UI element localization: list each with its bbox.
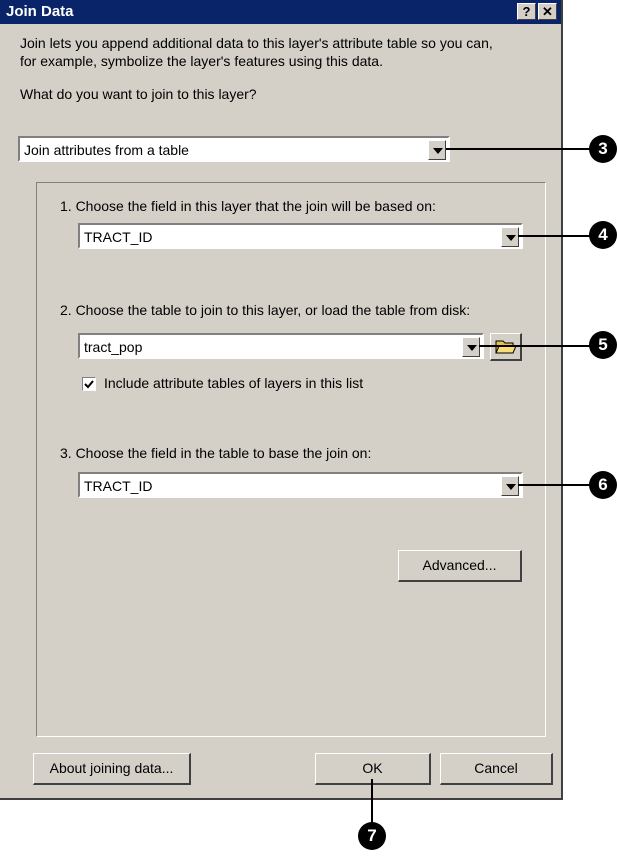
help-button[interactable]: ? <box>517 3 536 20</box>
layer-field-value: TRACT_ID <box>84 229 153 245</box>
intro-text-line-2: for example, symbolize the layer's featu… <box>20 53 383 69</box>
chevron-down-icon[interactable] <box>462 337 480 357</box>
callout-6: 6 <box>589 471 617 499</box>
callout-7: 7 <box>358 822 386 850</box>
callout-4: 4 <box>589 221 617 249</box>
step2-label: 2. Choose the table to join to this laye… <box>60 302 471 318</box>
join-type-select[interactable]: Join attributes from a table <box>18 136 450 162</box>
join-type-label: What do you want to join to this layer? <box>20 86 257 102</box>
include-attribute-tables-label[interactable]: Include attribute tables of layers in th… <box>104 375 363 391</box>
join-table-select[interactable]: tract_pop <box>78 333 484 359</box>
callout-3: 3 <box>589 135 617 163</box>
join-table-value: tract_pop <box>84 339 143 355</box>
cancel-button[interactable]: Cancel <box>440 753 553 785</box>
callout-line-7 <box>371 779 373 825</box>
include-attribute-tables-checkbox[interactable] <box>82 377 96 391</box>
callout-line-5 <box>479 345 596 347</box>
step1-label: 1. Choose the field in this layer that t… <box>60 198 436 214</box>
advanced-button[interactable]: Advanced... <box>398 550 522 582</box>
open-folder-button[interactable] <box>490 333 522 361</box>
layer-field-select[interactable]: TRACT_ID <box>78 223 523 249</box>
about-button-label: About joining data... <box>49 760 174 776</box>
chevron-down-icon[interactable] <box>501 227 519 247</box>
title-bar[interactable]: Join Data ? ✕ <box>0 0 561 24</box>
callout-line-6 <box>518 484 596 486</box>
advanced-button-label: Advanced... <box>422 557 497 573</box>
callout-line-4 <box>518 235 596 237</box>
intro-text-line-1: Join lets you append additional data to … <box>20 35 493 51</box>
step3-label: 3. Choose the field in the table to base… <box>60 445 372 461</box>
close-button[interactable]: ✕ <box>538 3 557 20</box>
join-data-dialog: Join Data ? ✕ Join lets you append addit… <box>0 0 563 800</box>
checkmark-icon <box>84 380 94 389</box>
join-type-value: Join attributes from a table <box>24 142 189 158</box>
chevron-down-icon[interactable] <box>501 476 519 496</box>
window-title: Join Data <box>6 3 74 20</box>
about-joining-data-button[interactable]: About joining data... <box>33 753 191 785</box>
chevron-down-icon[interactable] <box>428 140 446 160</box>
table-field-select[interactable]: TRACT_ID <box>78 472 523 498</box>
cancel-button-label: Cancel <box>474 760 518 776</box>
table-field-value: TRACT_ID <box>84 478 153 494</box>
open-folder-icon <box>495 340 517 354</box>
ok-button-label: OK <box>362 760 383 776</box>
callout-line-3 <box>446 148 596 150</box>
ok-button[interactable]: OK <box>315 753 431 785</box>
callout-5: 5 <box>589 331 617 359</box>
